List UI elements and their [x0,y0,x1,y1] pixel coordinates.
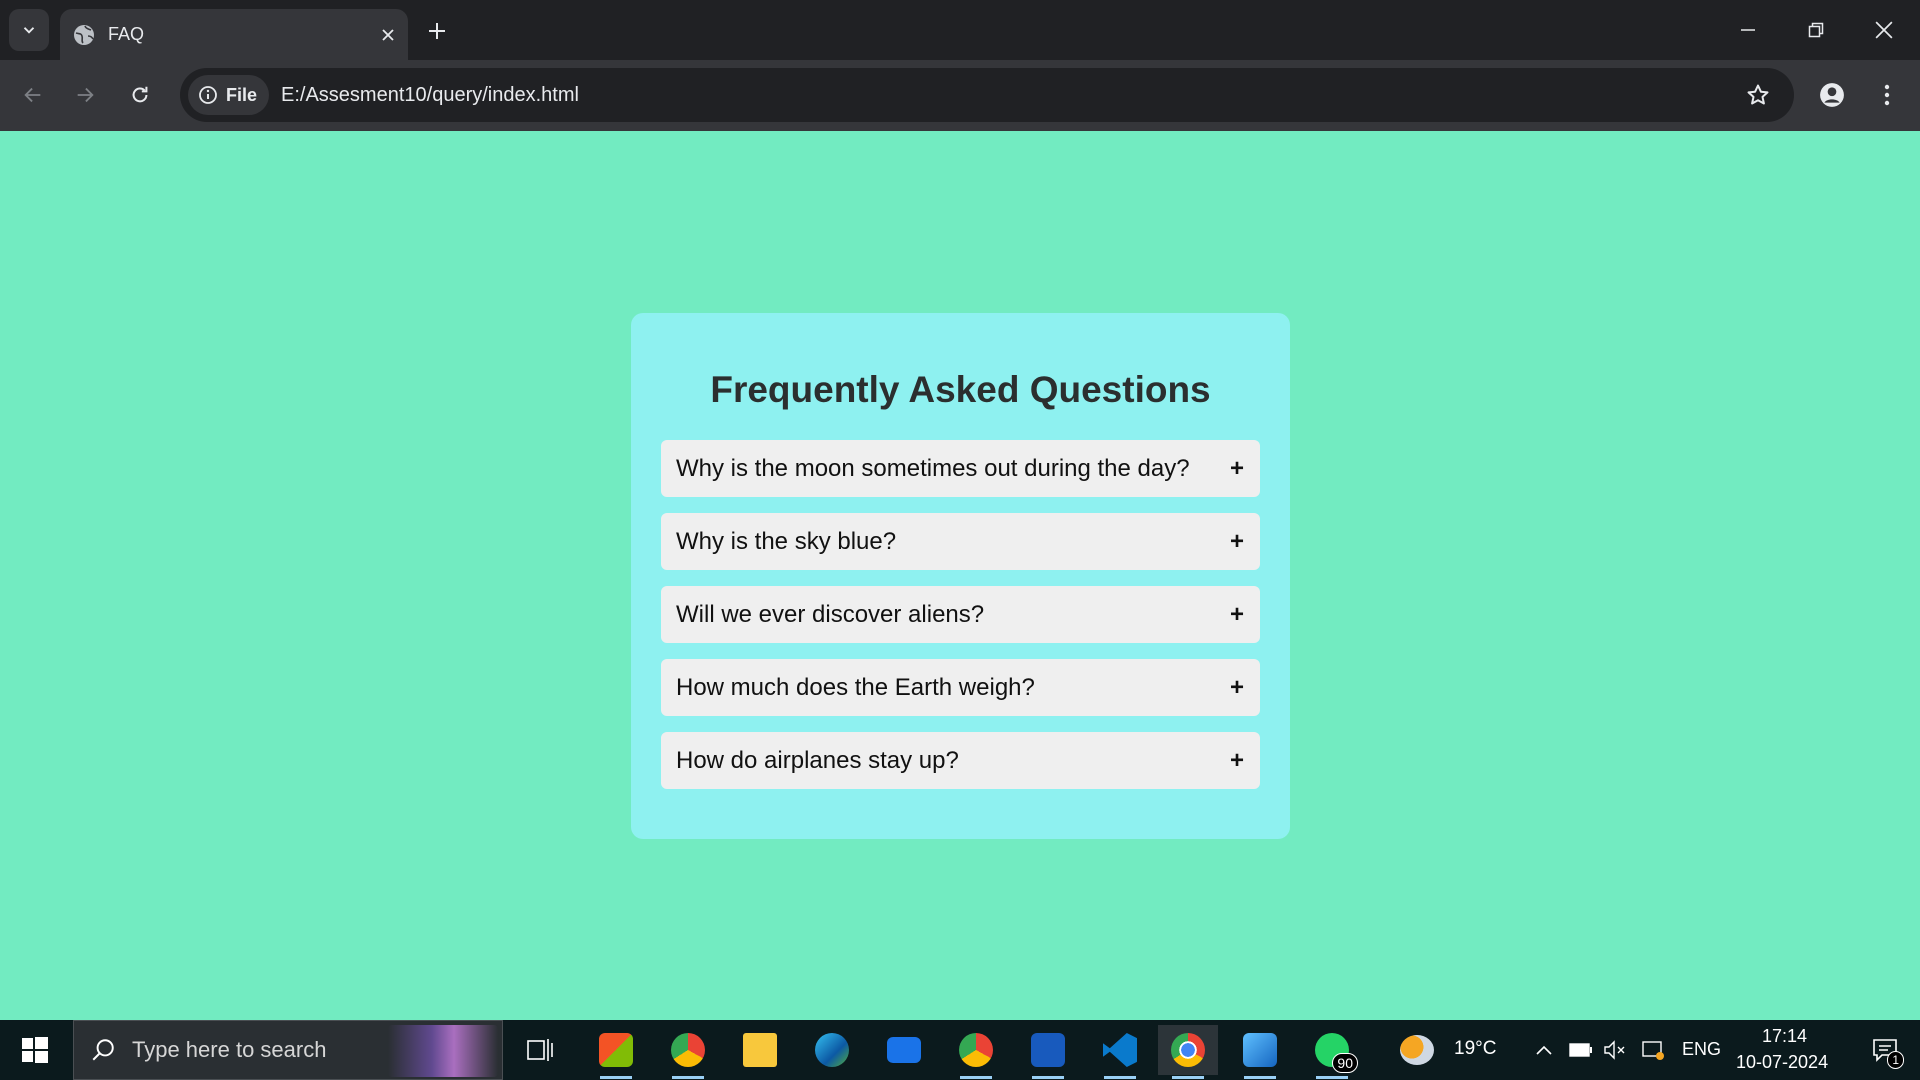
close-icon [1875,21,1893,39]
weather-widget[interactable] [1392,1025,1442,1075]
tab-faq[interactable]: FAQ [60,9,408,60]
minimize-icon [1741,29,1755,31]
expand-icon[interactable]: + [1230,747,1244,775]
file-explorer-icon [743,1033,777,1067]
bookmark-button[interactable] [1738,75,1778,115]
volume-muted-icon [1604,1040,1625,1060]
plus-icon [429,23,445,39]
show-hidden-icons-button[interactable] [1526,1025,1562,1075]
menu-button[interactable] [1866,74,1908,116]
new-tab-button[interactable] [418,12,456,50]
photos-app[interactable] [1230,1025,1290,1079]
clock-time[interactable]: 17:14 [1762,1026,1807,1047]
edge-app[interactable] [802,1025,862,1075]
restore-button[interactable] [1782,0,1850,60]
search-placeholder: Type here to search [132,1037,327,1062]
expand-icon[interactable]: + [1230,601,1244,629]
display-icon [1642,1041,1664,1060]
start-button[interactable] [0,1020,70,1080]
faq-item[interactable]: Why is the sky blue? + [661,513,1260,570]
faq-item[interactable]: Why is the moon sometimes out during the… [661,440,1260,497]
page-title: Frequently Asked Questions [710,369,1211,410]
faq-card: Frequently Asked Questions Why is the mo… [631,313,1290,839]
faq-question: Will we ever discover aliens? [676,600,985,628]
star-icon [1747,84,1769,105]
tab-search-button[interactable] [9,9,49,51]
site-info-chip[interactable]: File [188,75,270,115]
arrow-left-icon [24,87,41,103]
expand-icon[interactable]: + [1230,674,1244,702]
faq-item[interactable]: How do airplanes stay up? + [661,732,1260,789]
word-icon [1031,1033,1065,1067]
chrome-profile-icon [671,1033,705,1067]
chrome-profile2-icon [959,1033,993,1067]
vscode-app[interactable] [1090,1025,1150,1079]
task-view-button[interactable] [510,1025,570,1075]
faq-question: How much does the Earth weigh? [676,673,1035,701]
reload-button[interactable] [119,74,161,116]
notifications-button[interactable]: 1 [1858,1025,1912,1075]
file-explorer-app[interactable] [730,1025,790,1075]
browser-toolbar: File E:/Assesment10/query/index.html [0,60,1920,131]
chevron-down-icon [23,27,35,34]
whatsapp-badge: 90 [1332,1053,1358,1073]
faq-question: How do airplanes stay up? [676,746,959,774]
more-vertical-icon [1884,84,1890,106]
faq-question: Why is the moon sometimes out during the… [676,454,1190,482]
close-icon [382,28,394,41]
profile-button[interactable] [1811,74,1853,116]
weather-partly-cloudy-icon [1400,1035,1434,1065]
search-highlight-image [388,1025,498,1077]
chrome-icon [1171,1033,1205,1067]
clock-date[interactable]: 10-07-2024 [1736,1052,1828,1073]
faq-item[interactable]: How much does the Earth weigh? + [661,659,1260,716]
minimize-button[interactable] [1714,0,1782,60]
language-indicator[interactable]: ENG [1682,1039,1721,1060]
chrome-profile2-app[interactable] [946,1025,1006,1079]
chrome-app[interactable] [1158,1025,1218,1079]
vscode-icon [1103,1033,1137,1067]
info-icon [199,86,217,104]
profile-icon [1820,83,1844,107]
page-viewport: Frequently Asked Questions Why is the mo… [0,131,1920,1020]
tab-title: FAQ [108,24,145,44]
edge-icon [815,1033,849,1067]
search-icon [92,1039,114,1061]
forward-button[interactable] [64,74,106,116]
close-tab-button[interactable] [368,15,408,55]
close-window-button[interactable] [1850,0,1918,60]
faq-item[interactable]: Will we ever discover aliens? + [661,586,1260,643]
site-info-label: File [226,84,258,105]
reload-icon [132,86,148,103]
battery-button[interactable] [1566,1025,1596,1075]
taskbar: Type here to search 90 19°C ENG 17:14 10… [0,1020,1920,1080]
globe-icon [74,24,94,45]
tab-bar: FAQ [0,0,1920,60]
taskbar-search[interactable]: Type here to search [73,1020,503,1080]
store-icon [599,1033,633,1067]
weather-temp[interactable]: 19°C [1454,1038,1496,1060]
photos-icon [1243,1033,1277,1067]
url-text[interactable]: E:/Assesment10/query/index.html [281,84,1738,107]
display-button[interactable] [1636,1025,1670,1075]
word-app[interactable] [1018,1025,1078,1079]
battery-icon [1569,1043,1592,1057]
chrome-profile-app[interactable] [658,1025,718,1079]
back-button[interactable] [12,74,54,116]
store-app[interactable] [586,1025,646,1079]
volume-button[interactable] [1600,1025,1630,1075]
faq-question: Why is the sky blue? [676,527,897,555]
address-bar[interactable]: File E:/Assesment10/query/index.html [180,68,1794,122]
chevron-up-icon [1536,1045,1552,1055]
whatsapp-app[interactable]: 90 [1302,1025,1362,1079]
windows-start-icon [22,1037,48,1063]
task-view-icon [527,1039,553,1061]
notification-badge: 1 [1887,1051,1904,1069]
mail-app[interactable] [874,1025,934,1075]
mail-icon [887,1037,921,1063]
expand-icon[interactable]: + [1230,455,1244,483]
expand-icon[interactable]: + [1230,528,1244,556]
restore-icon [1808,22,1824,38]
arrow-right-icon [77,87,94,103]
